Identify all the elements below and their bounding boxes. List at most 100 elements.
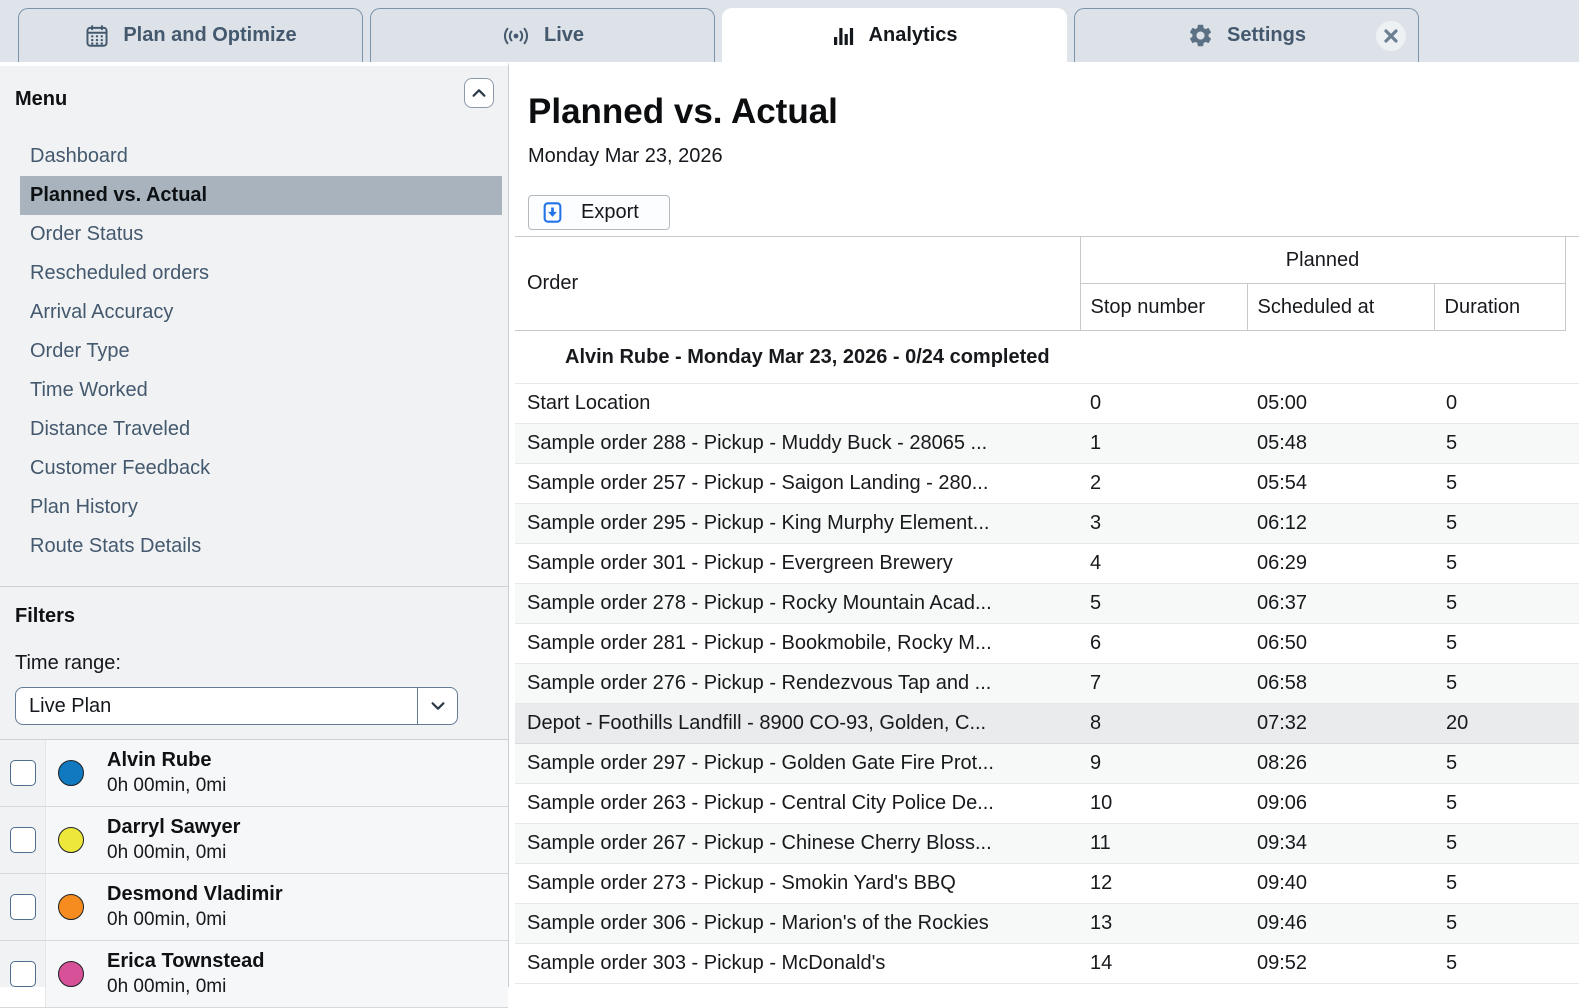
scheduled-at-cell: 06:12 [1247, 504, 1434, 544]
stop-number-cell: 4 [1080, 544, 1247, 584]
page-title: Planned vs. Actual [528, 92, 1579, 132]
stop-number-cell: 13 [1080, 904, 1247, 944]
driver-text: Alvin Rube0h 00min, 0mi [107, 749, 226, 797]
order-row: Sample order 297 - Pickup - Golden Gate … [515, 744, 1579, 784]
tab-label: Plan and Optimize [123, 24, 296, 47]
order-cell: Sample order 276 - Pickup - Rendezvous T… [515, 664, 1080, 704]
order-cell: Start Location [515, 384, 1080, 424]
select-chevron[interactable] [417, 688, 457, 724]
order-cell: Sample order 295 - Pickup - King Murphy … [515, 504, 1080, 544]
scheduled-at-cell: 06:29 [1247, 544, 1434, 584]
sidebar-item-rescheduled-orders[interactable]: Rescheduled orders [20, 254, 502, 293]
order-cell: Sample order 306 - Pickup - Marion's of … [515, 904, 1080, 944]
driver-checkbox[interactable] [10, 760, 36, 786]
driver-name: Alvin Rube [107, 749, 226, 772]
order-cell: Sample order 281 - Pickup - Bookmobile, … [515, 624, 1080, 664]
column-header-scheduled-at: Scheduled at [1247, 284, 1434, 331]
order-row: Sample order 281 - Pickup - Bookmobile, … [515, 624, 1579, 664]
planned-vs-actual-table: Order Planned Stop number Scheduled at D… [515, 236, 1579, 984]
stop-number-cell: 8 [1080, 704, 1247, 744]
menu-header: Menu [0, 66, 508, 111]
extra-cell [1565, 424, 1579, 464]
sidebar-item-distance-traveled[interactable]: Distance Traveled [20, 410, 502, 449]
duration-cell: 5 [1434, 864, 1565, 904]
order-row: Sample order 257 - Pickup - Saigon Landi… [515, 464, 1579, 504]
stop-number-cell: 11 [1080, 824, 1247, 864]
driver-stats: 0h 00min, 0mi [107, 976, 264, 998]
driver-info: Erica Townstead 0h 00min, 0mi [45, 941, 508, 1007]
order-row: Sample order 273 - Pickup - Smokin Yard'… [515, 864, 1579, 904]
stop-number-cell: 7 [1080, 664, 1247, 704]
sidebar-item-route-stats-details[interactable]: Route Stats Details [20, 527, 502, 566]
column-header-next-group [1565, 237, 1579, 331]
stop-number-cell: 12 [1080, 864, 1247, 904]
scheduled-at-cell: 05:48 [1247, 424, 1434, 464]
duration-cell: 5 [1434, 624, 1565, 664]
driver-text: Erica Townstead 0h 00min, 0mi [107, 950, 264, 998]
driver-stats: 0h 00min, 0mi [107, 842, 240, 864]
tab-label: Analytics [869, 24, 958, 47]
order-row: Sample order 295 - Pickup - King Murphy … [515, 504, 1579, 544]
driver-name: Erica Townstead [107, 950, 264, 973]
extra-cell [1565, 544, 1579, 584]
time-range-select[interactable]: Live Plan [15, 687, 458, 725]
order-cell: Sample order 301 - Pickup - Evergreen Br… [515, 544, 1080, 584]
extra-cell [1565, 824, 1579, 864]
driver-checkbox[interactable] [10, 894, 36, 920]
column-header-stop-number: Stop number [1080, 284, 1247, 331]
sidebar-item-order-type[interactable]: Order Type [20, 332, 502, 371]
order-row: Sample order 303 - Pickup - McDonald's14… [515, 944, 1579, 984]
checkbox-cell [0, 874, 45, 940]
scheduled-at-cell: 09:34 [1247, 824, 1434, 864]
duration-cell: 5 [1434, 664, 1565, 704]
order-cell: Sample order 278 - Pickup - Rocky Mounta… [515, 584, 1080, 624]
tab-label: Live [544, 24, 584, 47]
close-tab-button[interactable] [1376, 21, 1406, 51]
order-cell: Sample order 288 - Pickup - Muddy Buck -… [515, 424, 1080, 464]
driver-checkbox[interactable] [10, 827, 36, 853]
sidebar-item-dashboard[interactable]: Dashboard [20, 137, 502, 176]
tab-plan-and-optimize[interactable]: Plan and Optimize [18, 8, 363, 62]
tab-settings[interactable]: Settings [1074, 8, 1419, 62]
sidebar-item-plan-history[interactable]: Plan History [20, 488, 502, 527]
stop-number-cell: 14 [1080, 944, 1247, 984]
driver-row-darryl-sawyer: Darryl Sawyer 0h 00min, 0mi [0, 807, 508, 874]
filters-title: Filters [15, 605, 75, 627]
duration-cell: 5 [1434, 784, 1565, 824]
scheduled-at-cell: 09:52 [1247, 944, 1434, 984]
route-group-title: Alvin Rube - Monday Mar 23, 2026 - 0/24 … [515, 331, 1579, 384]
tab-analytics[interactable]: Analytics [722, 8, 1067, 62]
sidebar-item-planned-vs-actual[interactable]: Planned vs. Actual [20, 176, 502, 215]
driver-filter-list: Alvin Rube0h 00min, 0miDarryl Sawyer0h 0… [0, 739, 508, 1008]
main-content: Planned vs. Actual Monday Mar 23, 2026 E… [510, 62, 1579, 987]
sidebar-item-arrival-accuracy[interactable]: Arrival Accuracy [20, 293, 502, 332]
broadcast-icon [501, 23, 531, 49]
order-cell: Sample order 257 - Pickup - Saigon Landi… [515, 464, 1080, 504]
stop-number-cell: 2 [1080, 464, 1247, 504]
close-icon [1383, 28, 1399, 44]
driver-checkbox[interactable] [10, 961, 36, 987]
sidebar-item-customer-feedback[interactable]: Customer Feedback [20, 449, 502, 488]
duration-cell: 5 [1434, 904, 1565, 944]
stop-number-cell: 1 [1080, 424, 1247, 464]
driver-color-dot-icon [58, 894, 84, 920]
tab-live[interactable]: Live [370, 8, 715, 62]
column-header-duration: Duration [1434, 284, 1565, 331]
sidebar-item-order-status[interactable]: Order Status [20, 215, 502, 254]
scheduled-at-cell: 05:00 [1247, 384, 1434, 424]
driver-color-dot-icon [58, 827, 84, 853]
duration-cell: 5 [1434, 424, 1565, 464]
export-button[interactable]: Export [528, 195, 670, 230]
export-label: Export [581, 201, 639, 224]
order-row: Sample order 306 - Pickup - Marion's of … [515, 904, 1579, 944]
sidebar-item-time-worked[interactable]: Time Worked [20, 371, 502, 410]
driver-name: Darryl Sawyer [107, 816, 240, 839]
extra-cell [1565, 864, 1579, 904]
collapse-menu-button[interactable] [464, 78, 494, 108]
stop-number-cell: 3 [1080, 504, 1247, 544]
order-row: Sample order 267 - Pickup - Chinese Cher… [515, 824, 1579, 864]
extra-cell [1565, 584, 1579, 624]
duration-cell: 5 [1434, 544, 1565, 584]
scheduled-at-cell: 07:32 [1247, 704, 1434, 744]
duration-cell: 5 [1434, 824, 1565, 864]
